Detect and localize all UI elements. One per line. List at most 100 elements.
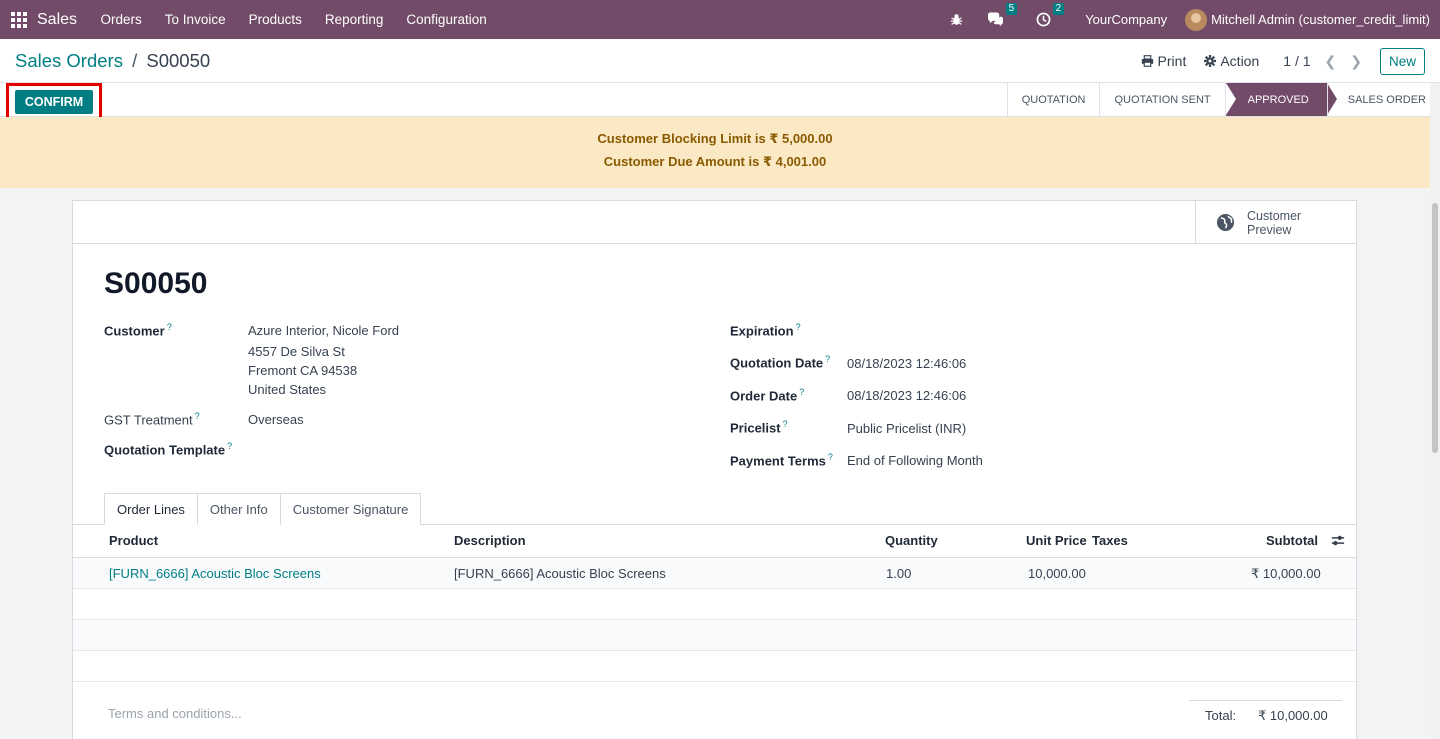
stage-approved[interactable]: APPROVED: [1224, 83, 1337, 116]
blocking-limit-text: Customer Blocking Limit is ₹ 5,000.00: [597, 131, 833, 146]
control-panel: Sales Orders / S00050 Print Action 1 / 1…: [0, 39, 1440, 83]
order-date-label: Order Date: [730, 388, 798, 404]
apps-menu-icon[interactable]: [11, 11, 27, 28]
customer-preview-line1: Customer: [1247, 208, 1302, 223]
pricelist-value[interactable]: Public Pricelist (INR): [847, 421, 966, 436]
menu-to-invoice[interactable]: To Invoice: [153, 12, 237, 27]
notebook-tabs: Order Lines Other Info Customer Signatur…: [104, 493, 422, 525]
table-row-empty: [73, 620, 1356, 651]
tab-other-info[interactable]: Other Info: [196, 493, 281, 525]
col-product[interactable]: Product: [109, 533, 158, 548]
order-title: S00050: [104, 267, 208, 300]
gst-field-label: GST Treatment?: [104, 411, 200, 427]
company-switcher[interactable]: YourCompany: [1085, 12, 1167, 27]
print-label: Print: [1157, 53, 1187, 69]
column-settings-icon[interactable]: [1331, 534, 1345, 550]
col-description[interactable]: Description: [454, 533, 526, 548]
customer-label: Customer: [104, 323, 165, 339]
customer-country: United States: [248, 382, 327, 397]
payment-terms-label: Payment Terms: [730, 453, 826, 469]
customer-city: Fremont CA 94538: [248, 363, 358, 378]
terms-and-conditions-input[interactable]: Terms and conditions...: [108, 706, 242, 721]
quotation-date-label: Quotation Date: [730, 355, 824, 371]
stage-quotation[interactable]: QUOTATION: [1006, 83, 1100, 116]
table-row-empty: [73, 651, 1356, 682]
confirm-button[interactable]: CONFIRM: [15, 90, 93, 114]
activities-clock-icon[interactable]: 2: [1036, 3, 1065, 27]
activities-count-badge: 2: [1052, 3, 1065, 15]
pricelist-label: Pricelist: [730, 420, 781, 436]
breadcrumb: Sales Orders / S00050: [15, 50, 210, 72]
gst-value[interactable]: Overseas: [248, 412, 304, 427]
help-tooltip-icon[interactable]: ?: [195, 411, 200, 421]
col-subtotal[interactable]: Subtotal: [1266, 533, 1318, 548]
table-row[interactable]: [FURN_6666] Acoustic Bloc Screens [FURN_…: [73, 558, 1356, 589]
pager-previous-icon[interactable]: ❮: [1325, 53, 1337, 70]
pager-value[interactable]: 1 / 1: [1283, 53, 1310, 69]
total-value: ₹ 10,000.00: [1258, 708, 1328, 723]
due-amount-text: Customer Due Amount is ₹ 4,001.00: [603, 154, 827, 169]
messages-count-badge: 5: [1005, 3, 1018, 15]
help-tooltip-icon[interactable]: ?: [796, 322, 801, 332]
help-tooltip-icon[interactable]: ?: [783, 419, 788, 429]
row-unit-price[interactable]: 10,000.00: [1028, 566, 1086, 581]
menu-orders[interactable]: Orders: [89, 12, 153, 27]
debug-bug-icon[interactable]: [950, 13, 963, 26]
new-button[interactable]: New: [1379, 47, 1425, 75]
payment-terms-field-label: Payment Terms?: [730, 452, 833, 468]
order-date-value[interactable]: 08/18/2023 12:46:06: [847, 388, 966, 403]
tab-order-lines[interactable]: Order Lines: [104, 493, 198, 525]
col-taxes[interactable]: Taxes: [1092, 533, 1128, 548]
scrollbar-thumb[interactable]: [1432, 203, 1438, 453]
status-bar: CONFIRM QUOTATION QUOTATION SENT APPROVE…: [0, 83, 1440, 121]
action-label: Action: [1220, 53, 1260, 69]
breadcrumb-separator: /: [132, 50, 138, 71]
expiration-field-label: Expiration?: [730, 322, 801, 338]
top-navbar: Sales Orders To Invoice Products Reporti…: [0, 0, 1440, 39]
customer-preview-line2: Preview: [1247, 222, 1292, 237]
customer-preview-button[interactable]: Customer Preview: [1195, 201, 1356, 244]
user-avatar[interactable]: [1185, 8, 1208, 31]
quotation-date-value[interactable]: 08/18/2023 12:46:06: [847, 356, 966, 371]
customer-name[interactable]: Azure Interior, Nicole Ford: [248, 323, 399, 338]
row-description[interactable]: [FURN_6666] Acoustic Bloc Screens: [454, 566, 666, 581]
app-name[interactable]: Sales: [37, 11, 77, 29]
print-button[interactable]: Print: [1141, 53, 1187, 69]
page-scrollbar[interactable]: [1430, 83, 1440, 739]
col-quantity[interactable]: Quantity: [885, 533, 938, 548]
menu-configuration[interactable]: Configuration: [395, 12, 498, 27]
payment-terms-value[interactable]: End of Following Month: [847, 453, 983, 468]
customer-field-label: Customer?: [104, 322, 172, 338]
pricelist-field-label: Pricelist?: [730, 419, 788, 435]
breadcrumb-sales-orders[interactable]: Sales Orders: [15, 50, 123, 71]
template-field-label: Quotation Template?: [104, 441, 232, 457]
row-subtotal: ₹ 10,000.00: [1251, 566, 1321, 581]
help-tooltip-icon[interactable]: ?: [227, 441, 232, 451]
gear-icon: [1204, 55, 1217, 67]
template-label: Quotation Template: [104, 442, 226, 458]
help-tooltip-icon[interactable]: ?: [799, 387, 804, 397]
pager-next-icon[interactable]: ❯: [1350, 53, 1362, 70]
col-unit-price[interactable]: Unit Price: [1026, 533, 1087, 548]
row-product[interactable]: [FURN_6666] Acoustic Bloc Screens: [109, 566, 321, 581]
help-tooltip-icon[interactable]: ?: [828, 452, 833, 462]
stage-quotation-sent[interactable]: QUOTATION SENT: [1099, 83, 1224, 116]
print-icon: [1141, 55, 1153, 67]
breadcrumb-current: S00050: [146, 50, 211, 71]
gst-label: GST Treatment: [104, 412, 193, 428]
messages-chat-icon[interactable]: 5: [987, 3, 1018, 27]
help-tooltip-icon[interactable]: ?: [825, 354, 830, 364]
menu-reporting[interactable]: Reporting: [313, 12, 395, 27]
user-menu[interactable]: Mitchell Admin (customer_credit_limit): [1211, 12, 1430, 27]
help-tooltip-icon[interactable]: ?: [167, 322, 172, 332]
stage-pipeline: QUOTATION QUOTATION SENT APPROVED SALES …: [1006, 83, 1440, 116]
row-quantity[interactable]: 1.00: [886, 566, 911, 581]
action-button[interactable]: Action: [1204, 53, 1259, 69]
stage-sales-order[interactable]: SALES ORDER: [1326, 83, 1440, 116]
globe-icon: [1216, 213, 1235, 232]
expiration-label: Expiration: [730, 323, 794, 339]
confirm-highlight-box: CONFIRM: [6, 83, 102, 121]
quotation-date-field-label: Quotation Date?: [730, 354, 830, 370]
menu-products[interactable]: Products: [237, 12, 313, 27]
tab-customer-signature[interactable]: Customer Signature: [279, 493, 422, 525]
